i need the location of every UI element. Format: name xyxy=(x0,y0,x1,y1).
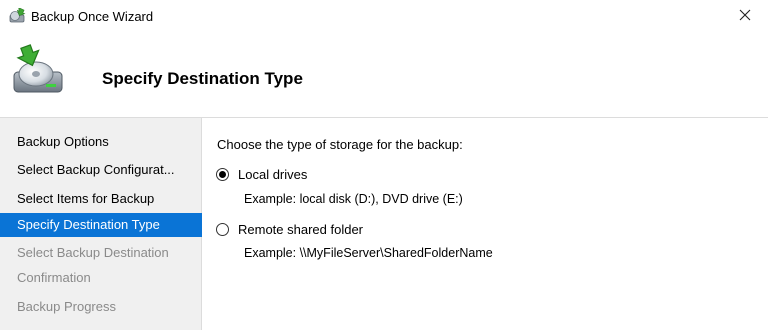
local-drives-label: Local drives xyxy=(238,167,308,182)
remote-shared-folder-example: Example: \\MyFileServer\SharedFolderName xyxy=(244,246,493,260)
main-panel: Choose the type of storage for the backu… xyxy=(203,118,768,330)
nav-item-specify-destination-type[interactable]: Specify Destination Type xyxy=(0,213,202,237)
backup-app-icon xyxy=(8,7,26,24)
nav-item-select-backup-configuration[interactable]: Select Backup Configurat... xyxy=(0,158,202,182)
page-title: Specify Destination Type xyxy=(102,69,303,88)
local-drives-option[interactable]: Local drives xyxy=(216,167,307,182)
close-icon xyxy=(739,9,751,24)
remote-shared-folder-label: Remote shared folder xyxy=(238,222,364,237)
nav-item-backup-progress: Backup Progress xyxy=(17,299,116,314)
storage-type-prompt: Choose the type of storage for the backu… xyxy=(217,137,463,152)
close-button[interactable] xyxy=(722,0,768,32)
wizard-header: Specify Destination Type xyxy=(0,32,768,118)
title-bar: Backup Once Wizard xyxy=(0,0,768,32)
nav-item-confirmation: Confirmation xyxy=(17,270,91,285)
nav-item-backup-options[interactable]: Backup Options xyxy=(0,130,202,154)
remote-shared-folder-option[interactable]: Remote shared folder xyxy=(216,222,363,237)
local-drives-radio[interactable] xyxy=(216,168,229,181)
nav-item-select-items-for-backup[interactable]: Select Items for Backup xyxy=(0,187,202,211)
remote-shared-folder-radio[interactable] xyxy=(216,223,229,236)
local-drives-example: Example: local disk (D:), DVD drive (E:) xyxy=(244,192,463,206)
wizard-step-nav: Backup Options Select Backup Configurat.… xyxy=(0,118,202,330)
nav-item-select-backup-destination: Select Backup Destination xyxy=(17,245,169,260)
window-title: Backup Once Wizard xyxy=(31,9,154,24)
backup-disk-icon xyxy=(10,42,68,100)
